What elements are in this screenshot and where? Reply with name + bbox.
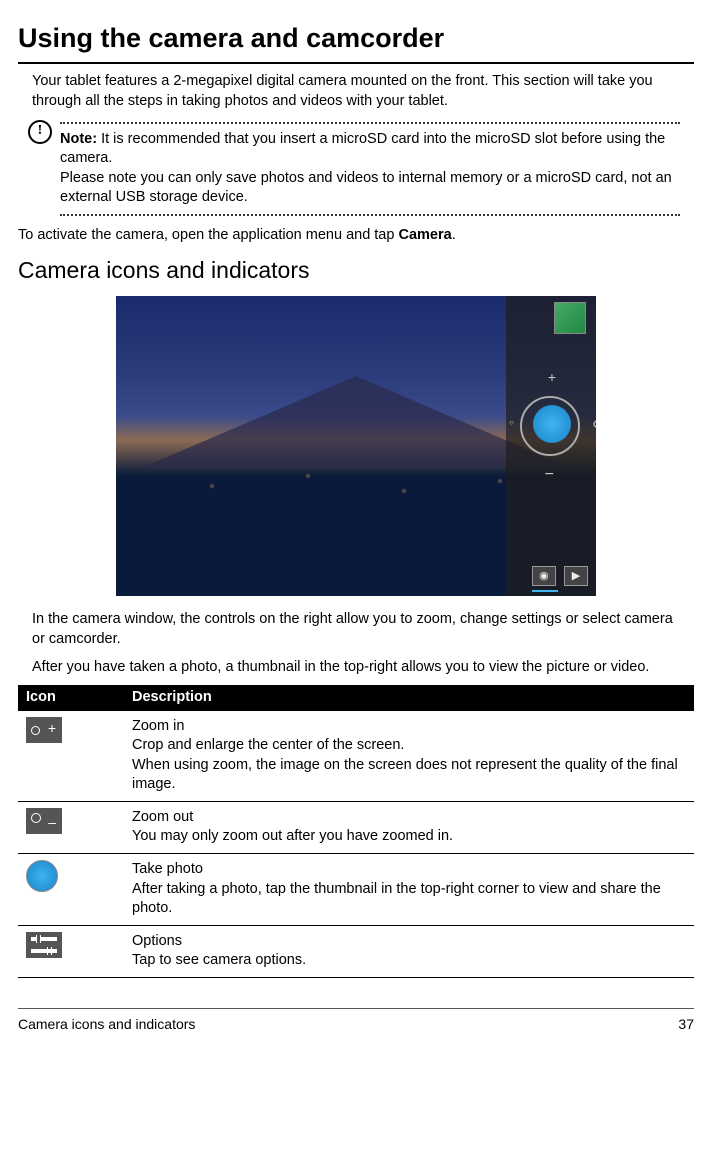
- page-footer: Camera icons and indicators 37: [18, 1008, 694, 1034]
- table-head-desc: Description: [124, 685, 694, 711]
- activate-suffix: .: [452, 227, 456, 243]
- row-title: Zoom in: [132, 717, 686, 737]
- section-heading: Camera icons and indicators: [18, 255, 694, 286]
- note-label: Note:: [60, 131, 97, 147]
- thumbnail-paragraph: After you have taken a photo, a thumbnai…: [32, 658, 680, 678]
- activate-bold: Camera: [398, 227, 451, 243]
- row-line: Tap to see camera options.: [132, 951, 686, 971]
- intro-paragraph: Your tablet features a 2-megapixel digit…: [32, 72, 680, 111]
- mountain-silhouette: [146, 376, 566, 466]
- zoom-indicator-icon: ○: [509, 418, 514, 429]
- table-head-icon: Icon: [18, 685, 124, 711]
- take-photo-icon: [26, 860, 58, 892]
- icon-table: Icon Description Zoom in Crop and enlarg…: [18, 685, 694, 978]
- row-line: After taking a photo, tap the thumbnail …: [132, 880, 686, 919]
- note-line-1: Note: It is recommended that you insert …: [60, 130, 680, 169]
- zoom-out-icon[interactable]: −: [545, 464, 554, 486]
- row-title: Take photo: [132, 860, 686, 880]
- activate-paragraph: To activate the camera, open the applica…: [18, 226, 694, 246]
- row-title: Zoom out: [132, 808, 686, 828]
- table-row: Zoom out You may only zoom out after you…: [18, 801, 694, 853]
- table-row: Take photo After taking a photo, tap the…: [18, 854, 694, 926]
- zoom-in-icon: [26, 717, 62, 743]
- note-body-1: It is recommended that you insert a micr…: [60, 131, 665, 167]
- last-photo-thumbnail[interactable]: [554, 302, 586, 334]
- zoom-in-icon[interactable]: +: [548, 368, 556, 387]
- table-row: Options Tap to see camera options.: [18, 925, 694, 977]
- row-title: Options: [132, 932, 686, 952]
- options-icon[interactable]: ⚙: [592, 418, 596, 433]
- footer-section-name: Camera icons and indicators: [18, 1015, 195, 1034]
- camera-screenshot: + ○ ⚙ − ◉ ▶: [116, 296, 596, 596]
- note-box: ! Note: It is recommended that you inser…: [60, 122, 680, 216]
- options-icon: [26, 932, 62, 958]
- page-title: Using the camera and camcorder: [18, 20, 694, 64]
- activate-prefix: To activate the camera, open the applica…: [18, 227, 398, 243]
- row-line: When using zoom, the image on the screen…: [132, 756, 686, 795]
- camcorder-mode-icon[interactable]: ▶: [564, 566, 588, 586]
- mode-indicator: [532, 590, 558, 592]
- camera-controls-panel: + ○ ⚙ − ◉ ▶: [506, 296, 596, 596]
- table-row: Zoom in Crop and enlarge the center of t…: [18, 711, 694, 802]
- note-line-2: Please note you can only save photos and…: [60, 169, 680, 208]
- controls-paragraph: In the camera window, the controls on th…: [32, 610, 680, 649]
- row-line: Crop and enlarge the center of the scree…: [132, 736, 686, 756]
- camera-mode-icon[interactable]: ◉: [532, 566, 556, 586]
- zoom-out-icon: [26, 808, 62, 834]
- alert-icon: !: [28, 120, 52, 144]
- footer-page-number: 37: [678, 1015, 694, 1034]
- row-line: You may only zoom out after you have zoo…: [132, 827, 686, 847]
